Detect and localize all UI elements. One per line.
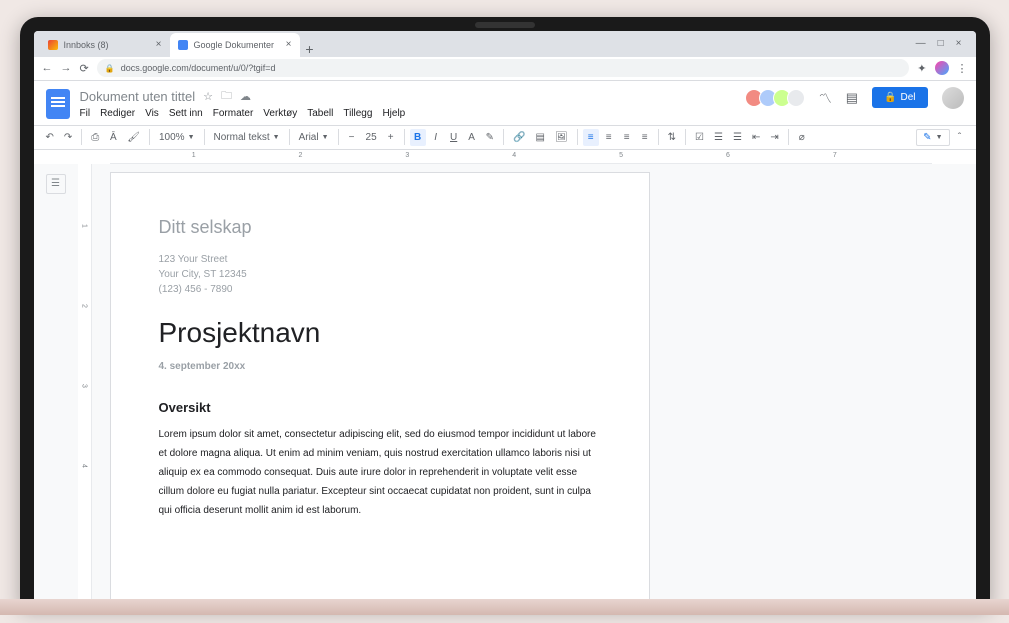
close-window-icon[interactable]: ×	[956, 38, 962, 49]
docs-icon	[178, 40, 188, 50]
font-size-input[interactable]: 25	[362, 130, 381, 145]
paint-format-icon[interactable]: 🖌	[123, 129, 144, 146]
reload-icon[interactable]: ⟳	[80, 62, 89, 75]
move-icon[interactable]: 🗀	[221, 87, 232, 106]
user-avatar[interactable]	[942, 87, 964, 109]
share-label: Del	[900, 92, 915, 103]
align-left-icon[interactable]: ≡	[583, 129, 599, 146]
browser-tab-gmail[interactable]: Innboks (8) ×	[40, 33, 170, 57]
underline-icon[interactable]: U	[446, 129, 462, 146]
document-title-input[interactable]: Dokument uten tittel	[80, 89, 196, 104]
menu-vis[interactable]: Vis	[145, 108, 159, 119]
avatar	[787, 89, 805, 107]
lock-icon: 🔒	[105, 64, 115, 73]
docs-header: Dokument uten tittel ☆ 🗀 ☁ Fil Rediger V…	[34, 81, 976, 125]
browser-tab-docs[interactable]: Google Dokumenter ×	[170, 33, 300, 57]
align-justify-icon[interactable]: ≡	[637, 129, 653, 146]
tab-label: Google Dokumenter	[194, 40, 275, 50]
docs-logo-icon[interactable]	[46, 89, 70, 119]
align-right-icon[interactable]: ≡	[619, 129, 635, 146]
font-size-increase[interactable]: +	[383, 129, 399, 146]
extensions-icon[interactable]: ✦	[917, 62, 926, 75]
document-date: 4. september 20xx	[159, 361, 601, 372]
link-icon[interactable]: 🔗	[509, 129, 529, 146]
italic-icon[interactable]: I	[428, 129, 444, 146]
forward-icon[interactable]: →	[61, 62, 72, 74]
editing-mode-select[interactable]: ✎ ▼	[916, 129, 949, 146]
decrease-indent-icon[interactable]: ⇤	[748, 129, 764, 146]
share-button[interactable]: 🔒 Del	[872, 87, 927, 108]
add-comment-icon[interactable]: ▤	[531, 129, 548, 146]
maximize-icon[interactable]: □	[938, 38, 944, 49]
formatting-toolbar: ↶ ↷ ⎙ Ā 🖌 100%▼ Normal tekst▼ Arial▼ − 2…	[34, 125, 976, 150]
style-select[interactable]: Normal tekst▼	[210, 130, 284, 145]
text-color-icon[interactable]: A	[464, 129, 480, 146]
pencil-icon: ✎	[923, 132, 931, 143]
clear-formatting-icon[interactable]: ⌀	[794, 129, 810, 146]
new-tab-button[interactable]: +	[300, 41, 320, 57]
document-area: ☰ 1 2 3 4 Ditt selskap 123 Your Street Y…	[34, 164, 976, 607]
star-icon[interactable]: ☆	[203, 90, 213, 103]
minimize-icon[interactable]: ―	[916, 38, 926, 49]
checklist-icon[interactable]: ☑	[691, 129, 708, 146]
bulleted-list-icon[interactable]: ☰	[710, 129, 727, 146]
menu-verktoy[interactable]: Verktøy	[263, 108, 297, 119]
menu-bar: Fil Rediger Vis Sett inn Formater Verktø…	[80, 108, 739, 119]
menu-sett-inn[interactable]: Sett inn	[169, 108, 203, 119]
align-center-icon[interactable]: ≡	[601, 129, 617, 146]
browser-profile-icon[interactable]	[935, 61, 949, 75]
company-address: 123 Your Street Your City, ST 12345 (123…	[159, 252, 601, 297]
highlight-icon[interactable]: ✎	[482, 129, 498, 146]
insert-image-icon[interactable]: 🖼	[551, 129, 572, 146]
menu-tabell[interactable]: Tabell	[307, 108, 333, 119]
collaborator-avatars[interactable]	[749, 89, 805, 107]
menu-fil[interactable]: Fil	[80, 108, 91, 119]
project-title: Prosjektnavn	[159, 317, 601, 349]
horizontal-ruler[interactable]: 1 2 3 4 5 6 7	[110, 150, 932, 164]
section-heading: Oversikt	[159, 400, 601, 415]
font-size-decrease[interactable]: −	[344, 129, 360, 146]
browser-tab-bar: Innboks (8) × Google Dokumenter × + ― □ …	[34, 31, 976, 57]
spellcheck-icon[interactable]: Ā	[105, 129, 121, 146]
lock-icon: 🔒	[884, 92, 896, 103]
print-icon[interactable]: ⎙	[87, 129, 103, 146]
increase-indent-icon[interactable]: ⇥	[766, 129, 782, 146]
numbered-list-icon[interactable]: ☰	[729, 129, 746, 146]
close-icon[interactable]: ×	[286, 39, 292, 50]
collapse-toolbar-icon[interactable]: ˆ	[952, 129, 968, 146]
cloud-icon[interactable]: ☁	[240, 90, 251, 103]
address-bar: ← → ⟳ 🔒 docs.google.com/document/u/0/?tg…	[34, 57, 976, 81]
bold-icon[interactable]: B	[410, 129, 426, 146]
url-input[interactable]: 🔒 docs.google.com/document/u/0/?tgif=d	[97, 59, 910, 77]
menu-hjelp[interactable]: Hjelp	[382, 108, 405, 119]
tab-label: Innboks (8)	[64, 40, 109, 50]
url-text: docs.google.com/document/u/0/?tgif=d	[121, 63, 276, 73]
gmail-icon	[48, 40, 58, 50]
font-select[interactable]: Arial▼	[295, 130, 333, 145]
close-icon[interactable]: ×	[156, 39, 162, 50]
redo-icon[interactable]: ↷	[60, 129, 76, 146]
undo-icon[interactable]: ↶	[42, 129, 58, 146]
company-name: Ditt selskap	[159, 217, 601, 238]
comment-icon[interactable]: ▤	[846, 90, 858, 106]
zoom-select[interactable]: 100%▼	[155, 130, 199, 145]
menu-tillegg[interactable]: Tillegg	[343, 108, 372, 119]
outline-toggle-icon[interactable]: ☰	[46, 174, 66, 194]
browser-menu-icon[interactable]: ⋮	[957, 62, 968, 75]
document-page[interactable]: Ditt selskap 123 Your Street Your City, …	[110, 172, 650, 607]
line-spacing-icon[interactable]: ⇅	[664, 129, 680, 146]
back-icon[interactable]: ←	[42, 62, 53, 74]
menu-rediger[interactable]: Rediger	[100, 108, 135, 119]
activity-icon[interactable]: 〽	[819, 88, 832, 107]
vertical-ruler[interactable]: 1 2 3 4	[78, 164, 92, 607]
body-paragraph: Lorem ipsum dolor sit amet, consectetur …	[159, 425, 601, 520]
menu-formater[interactable]: Formater	[213, 108, 254, 119]
